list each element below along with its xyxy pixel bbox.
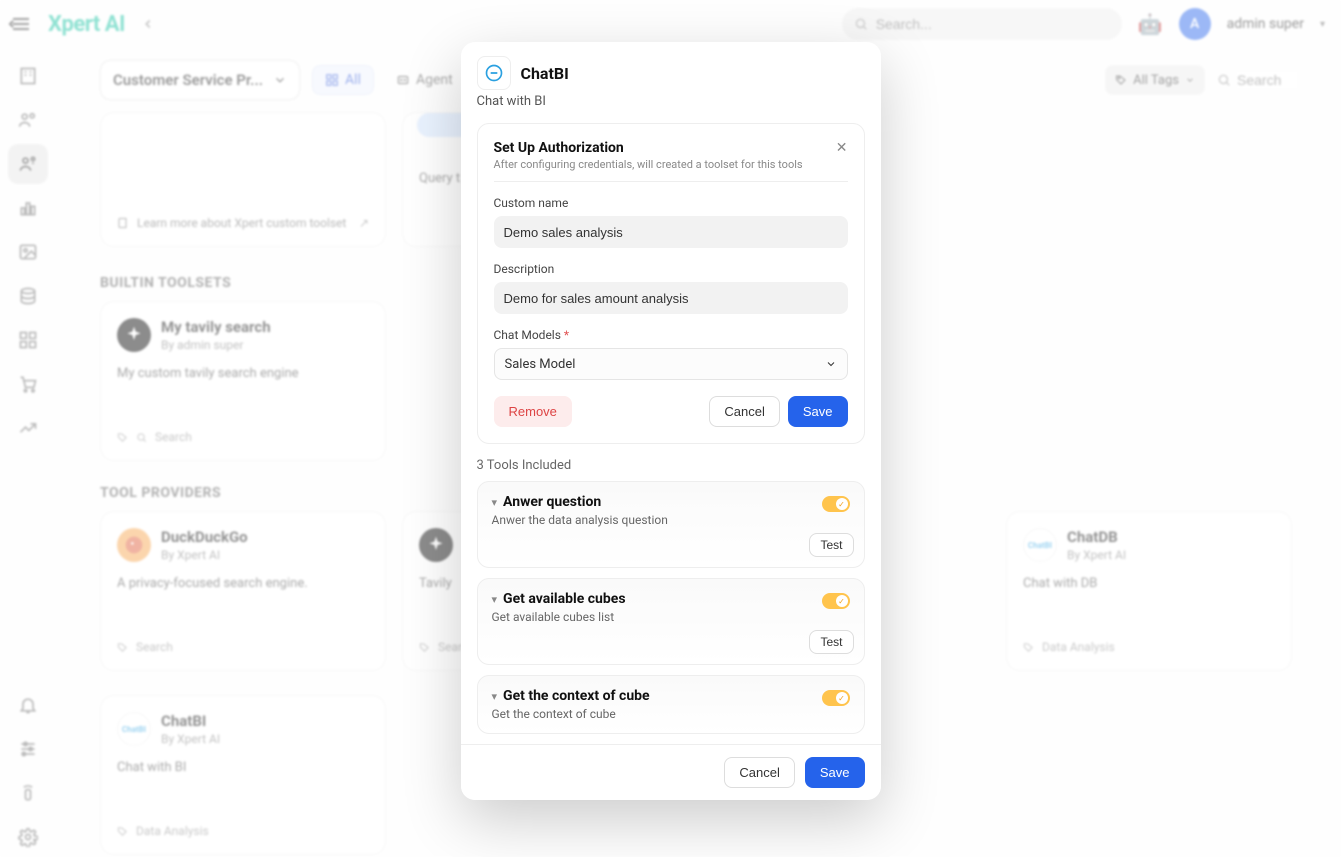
tool-title: Get available cubes [503, 591, 625, 607]
auth-save-button[interactable]: Save [788, 396, 848, 427]
tool-card-answer-question: ▾ Anwer question Anwer the data analysis… [477, 481, 865, 568]
tool-test-button[interactable]: Test [809, 533, 853, 557]
chat-models-select[interactable]: Sales Model [494, 348, 848, 380]
modal-title: ChatBI [521, 64, 569, 83]
chevron-down-icon[interactable]: ▾ [492, 593, 498, 606]
tool-desc: Get available cubes list [492, 610, 850, 624]
modal: ChatBI Chat with BI Set Up Authorization… [461, 42, 881, 800]
modal-cancel-button[interactable]: Cancel [724, 757, 794, 788]
description-label: Description [494, 262, 848, 276]
chevron-down-icon[interactable]: ▾ [492, 690, 498, 703]
description-input[interactable] [494, 282, 848, 314]
modal-overlay[interactable]: ChatBI Chat with BI Set Up Authorization… [0, 0, 1341, 857]
tool-title: Anwer question [503, 494, 601, 510]
auth-desc: After configuring credentials, will crea… [494, 158, 803, 171]
chat-models-label: Chat Models * [494, 328, 848, 342]
auth-box: Set Up Authorization After configuring c… [477, 123, 865, 444]
modal-subtitle: Chat with BI [477, 94, 865, 109]
chevron-down-icon [825, 358, 837, 370]
chevron-down-icon[interactable]: ▾ [492, 496, 498, 509]
tool-card-context-cube: ▾ Get the context of cube Get the contex… [477, 675, 865, 734]
chat-models-value: Sales Model [505, 357, 576, 372]
auth-cancel-button[interactable]: Cancel [709, 396, 779, 427]
tool-test-button[interactable]: Test [809, 630, 853, 654]
tool-card-available-cubes: ▾ Get available cubes Get available cube… [477, 578, 865, 665]
tool-toggle[interactable]: ✓ [822, 593, 850, 609]
close-icon[interactable]: ✕ [836, 140, 848, 156]
tool-toggle[interactable]: ✓ [822, 496, 850, 512]
modal-save-button[interactable]: Save [805, 757, 865, 788]
tool-desc: Anwer the data analysis question [492, 513, 850, 527]
tools-count: 3 Tools Included [477, 458, 865, 473]
remove-button[interactable]: Remove [494, 396, 572, 427]
tool-title: Get the context of cube [503, 688, 650, 704]
tool-toggle[interactable]: ✓ [822, 690, 850, 706]
modal-logo-icon [477, 56, 511, 90]
custom-name-label: Custom name [494, 196, 848, 210]
modal-footer: Cancel Save [461, 744, 881, 800]
custom-name-input[interactable] [494, 216, 848, 248]
auth-title: Set Up Authorization [494, 140, 803, 156]
tool-desc: Get the context of cube [492, 707, 850, 721]
